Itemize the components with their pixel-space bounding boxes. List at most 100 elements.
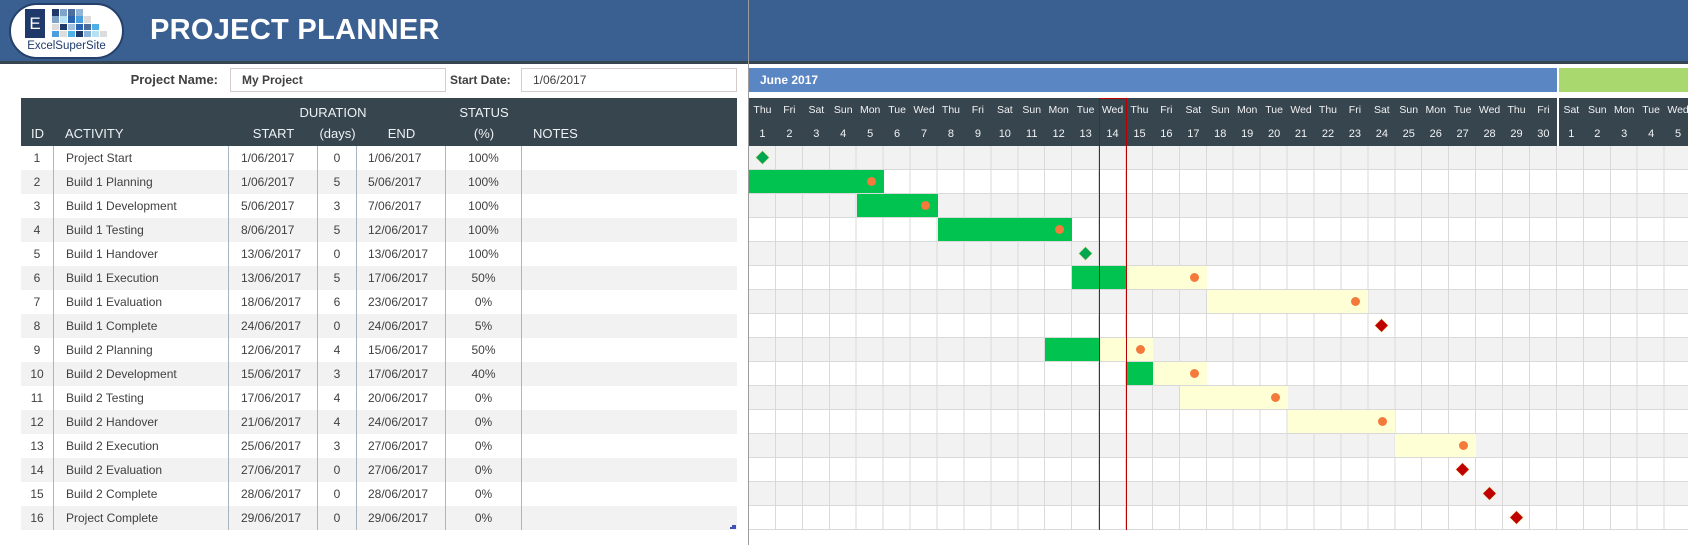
cell-activity[interactable]: Build 1 Handover: [54, 242, 229, 266]
cell-id[interactable]: 6: [21, 266, 54, 290]
cell-duration[interactable]: 0: [318, 146, 357, 170]
cell-end[interactable]: 5/06/2017: [357, 170, 446, 194]
cell-id[interactable]: 13: [21, 434, 54, 458]
day-column-header[interactable]: Sun 18: [1207, 98, 1234, 146]
cell-notes[interactable]: [522, 506, 737, 530]
cell-activity[interactable]: Build 2 Handover: [54, 410, 229, 434]
cell-duration[interactable]: 4: [318, 410, 357, 434]
cell-id[interactable]: 4: [21, 218, 54, 242]
day-column-header[interactable]: Sun 11: [1018, 98, 1045, 146]
cell-status[interactable]: 100%: [446, 218, 522, 242]
cell-id[interactable]: 9: [21, 338, 54, 362]
table-row[interactable]: 3 Build 1 Development 5/06/2017 3 7/06/2017 1…: [21, 194, 737, 218]
cell-notes[interactable]: [522, 170, 737, 194]
cell-duration[interactable]: 0: [318, 314, 357, 338]
cell-end[interactable]: 20/06/2017: [357, 386, 446, 410]
cell-notes[interactable]: [522, 242, 737, 266]
cell-end[interactable]: 24/06/2017: [357, 314, 446, 338]
cell-duration[interactable]: 6: [318, 290, 357, 314]
cell-notes[interactable]: [522, 338, 737, 362]
day-column-header[interactable]: Tue 4: [1638, 98, 1665, 146]
cell-status[interactable]: 0%: [446, 506, 522, 530]
cell-id[interactable]: 3: [21, 194, 54, 218]
cell-end[interactable]: 29/06/2017: [357, 506, 446, 530]
cell-id[interactable]: 8: [21, 314, 54, 338]
day-column-header[interactable]: Tue 13: [1072, 98, 1099, 146]
cell-end[interactable]: 24/06/2017: [357, 410, 446, 434]
cell-activity[interactable]: Project Complete: [54, 506, 229, 530]
day-column-header[interactable]: Wed 21: [1288, 98, 1315, 146]
table-row[interactable]: 1 Project Start 1/06/2017 0 1/06/2017 100%: [21, 146, 737, 170]
day-column-header[interactable]: Mon 12: [1045, 98, 1072, 146]
cell-status[interactable]: 0%: [446, 482, 522, 506]
cell-activity[interactable]: Build 2 Development: [54, 362, 229, 386]
cell-start[interactable]: 17/06/2017: [229, 386, 318, 410]
day-column-header[interactable]: Fri 2: [776, 98, 803, 146]
table-row[interactable]: 5 Build 1 Handover 13/06/2017 0 13/06/2017 10…: [21, 242, 737, 266]
cell-end[interactable]: 13/06/2017: [357, 242, 446, 266]
table-row[interactable]: 16 Project Complete 29/06/2017 0 29/06/2017 0…: [21, 506, 737, 530]
table-row[interactable]: 4 Build 1 Testing 8/06/2017 5 12/06/2017 100%: [21, 218, 737, 242]
day-column-header[interactable]: Tue 27: [1449, 98, 1476, 146]
cell-status[interactable]: 0%: [446, 434, 522, 458]
cell-status[interactable]: 0%: [446, 458, 522, 482]
cell-status[interactable]: 0%: [446, 290, 522, 314]
cell-status[interactable]: 100%: [446, 146, 522, 170]
cell-notes[interactable]: [522, 266, 737, 290]
cell-start[interactable]: 1/06/2017: [229, 170, 318, 194]
cell-activity[interactable]: Build 1 Testing: [54, 218, 229, 242]
cell-duration[interactable]: 0: [318, 458, 357, 482]
day-column-header[interactable]: Sat 1: [1556, 98, 1584, 146]
cell-status[interactable]: 100%: [446, 170, 522, 194]
cell-id[interactable]: 2: [21, 170, 54, 194]
table-row[interactable]: 7 Build 1 Evaluation 18/06/2017 6 23/06/2017…: [21, 290, 737, 314]
cell-start[interactable]: 29/06/2017: [229, 506, 318, 530]
cell-start[interactable]: 25/06/2017: [229, 434, 318, 458]
cell-end[interactable]: 23/06/2017: [357, 290, 446, 314]
cell-start[interactable]: 21/06/2017: [229, 410, 318, 434]
task-bar-complete[interactable]: [1072, 266, 1127, 289]
cell-end[interactable]: 28/06/2017: [357, 482, 446, 506]
cell-notes[interactable]: [522, 410, 737, 434]
cell-status[interactable]: 100%: [446, 194, 522, 218]
cell-activity[interactable]: Build 1 Complete: [54, 314, 229, 338]
cell-start[interactable]: 27/06/2017: [229, 458, 318, 482]
cell-duration[interactable]: 0: [318, 242, 357, 266]
milestone-diamond-icon[interactable]: [1456, 463, 1470, 476]
cell-start[interactable]: 18/06/2017: [229, 290, 318, 314]
cell-activity[interactable]: Build 2 Planning: [54, 338, 229, 362]
milestone-diamond-icon[interactable]: [1483, 487, 1496, 500]
day-column-header[interactable]: Thu 8: [938, 98, 965, 146]
cell-start[interactable]: 1/06/2017: [229, 146, 318, 170]
cell-notes[interactable]: [522, 458, 737, 482]
day-column-header[interactable]: Sun 4: [830, 98, 857, 146]
cell-id[interactable]: 15: [21, 482, 54, 506]
task-bar-complete[interactable]: [749, 170, 884, 193]
milestone-diamond-icon[interactable]: [1079, 247, 1092, 260]
task-bar-complete[interactable]: [1045, 338, 1100, 361]
milestone-diamond-icon[interactable]: [1510, 511, 1523, 524]
cell-start[interactable]: 5/06/2017: [229, 194, 318, 218]
cell-duration[interactable]: 5: [318, 170, 357, 194]
cell-end[interactable]: 12/06/2017: [357, 218, 446, 242]
cell-activity[interactable]: Build 1 Planning: [54, 170, 229, 194]
day-column-header[interactable]: Sat 10: [991, 98, 1018, 146]
cell-start[interactable]: 28/06/2017: [229, 482, 318, 506]
cell-activity[interactable]: Build 2 Evaluation: [54, 458, 229, 482]
cell-notes[interactable]: [522, 290, 737, 314]
cell-duration[interactable]: 3: [318, 362, 357, 386]
day-column-header[interactable]: Sat 3: [803, 98, 830, 146]
cell-status[interactable]: 50%: [446, 266, 522, 290]
table-resize-handle[interactable]: [730, 525, 736, 529]
table-row[interactable]: 11 Build 2 Testing 17/06/2017 4 20/06/2017 0%: [21, 386, 737, 410]
day-column-header[interactable]: Fri 16: [1153, 98, 1180, 146]
cell-activity[interactable]: Project Start: [54, 146, 229, 170]
task-bar-complete[interactable]: [937, 218, 1073, 241]
cell-end[interactable]: 17/06/2017: [357, 362, 446, 386]
cell-notes[interactable]: [522, 362, 737, 386]
cell-start[interactable]: 15/06/2017: [229, 362, 318, 386]
cell-status[interactable]: 0%: [446, 386, 522, 410]
cell-duration[interactable]: 0: [318, 506, 357, 530]
task-bar-complete[interactable]: [1126, 362, 1153, 385]
table-row[interactable]: 2 Build 1 Planning 1/06/2017 5 5/06/2017 100%: [21, 170, 737, 194]
